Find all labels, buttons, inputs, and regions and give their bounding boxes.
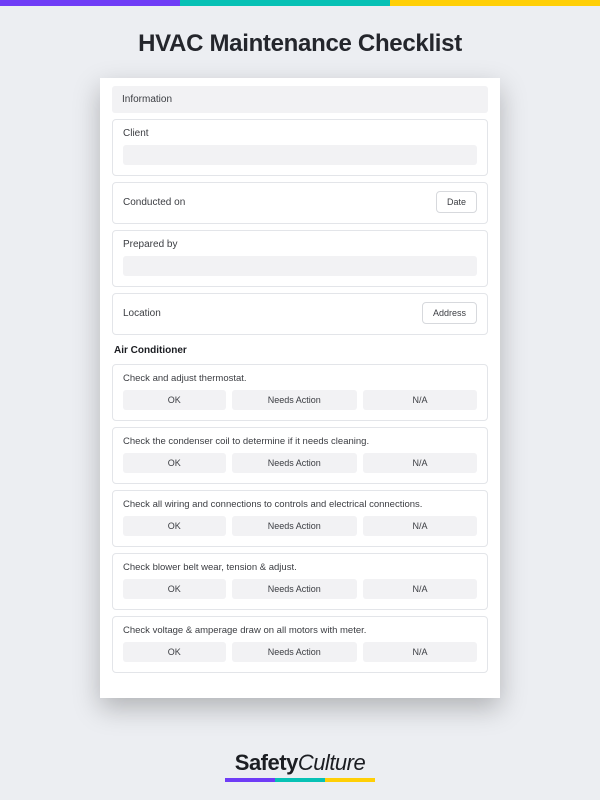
prepared-by-input[interactable]	[123, 256, 477, 276]
field-prepared-by: Prepared by	[112, 230, 488, 287]
option-na[interactable]: N/A	[363, 516, 477, 536]
option-needs-action[interactable]: Needs Action	[232, 642, 357, 662]
option-na[interactable]: N/A	[363, 642, 477, 662]
checklist-form: Information Client Conducted on Date Pre…	[100, 78, 500, 698]
question-text: Check all wiring and connections to cont…	[123, 499, 477, 510]
option-na[interactable]: N/A	[363, 579, 477, 599]
page-title: HVAC Maintenance Checklist	[0, 30, 600, 58]
top-accent-stripe	[0, 0, 600, 6]
option-na[interactable]: N/A	[363, 390, 477, 410]
logo-text-culture: Culture	[298, 750, 365, 775]
question-text: Check and adjust thermostat.	[123, 373, 477, 384]
question-block: Check and adjust thermostat. OK Needs Acti…	[112, 364, 488, 421]
question-text: Check blower belt wear, tension & adjust…	[123, 562, 477, 573]
footer-logo: SafetyCulture	[0, 750, 600, 782]
field-label: Location	[123, 308, 161, 319]
date-button[interactable]: Date	[436, 191, 477, 213]
option-needs-action[interactable]: Needs Action	[232, 390, 357, 410]
option-ok[interactable]: OK	[123, 642, 226, 662]
option-ok[interactable]: OK	[123, 390, 226, 410]
client-input[interactable]	[123, 145, 477, 165]
option-needs-action[interactable]: Needs Action	[232, 516, 357, 536]
option-na[interactable]: N/A	[363, 453, 477, 473]
address-button[interactable]: Address	[422, 302, 477, 324]
question-block: Check voltage & amperage draw on all mot…	[112, 616, 488, 673]
question-text: Check voltage & amperage draw on all mot…	[123, 625, 477, 636]
option-needs-action[interactable]: Needs Action	[232, 579, 357, 599]
option-ok[interactable]: OK	[123, 453, 226, 473]
question-block: Check all wiring and connections to cont…	[112, 490, 488, 547]
question-block: Check blower belt wear, tension & adjust…	[112, 553, 488, 610]
field-label: Prepared by	[123, 239, 477, 250]
option-ok[interactable]: OK	[123, 516, 226, 536]
option-ok[interactable]: OK	[123, 579, 226, 599]
option-needs-action[interactable]: Needs Action	[232, 453, 357, 473]
section-header-information: Information	[112, 86, 488, 113]
field-client: Client	[112, 119, 488, 176]
field-conducted-on: Conducted on Date	[112, 182, 488, 224]
question-block: Check the condenser coil to determine if…	[112, 427, 488, 484]
field-location: Location Address	[112, 293, 488, 335]
subsection-air-conditioner: Air Conditioner	[114, 345, 488, 356]
field-label: Client	[123, 128, 477, 139]
logo-text-safety: Safety	[235, 750, 298, 775]
question-text: Check the condenser coil to determine if…	[123, 436, 477, 447]
field-label: Conducted on	[123, 197, 185, 208]
